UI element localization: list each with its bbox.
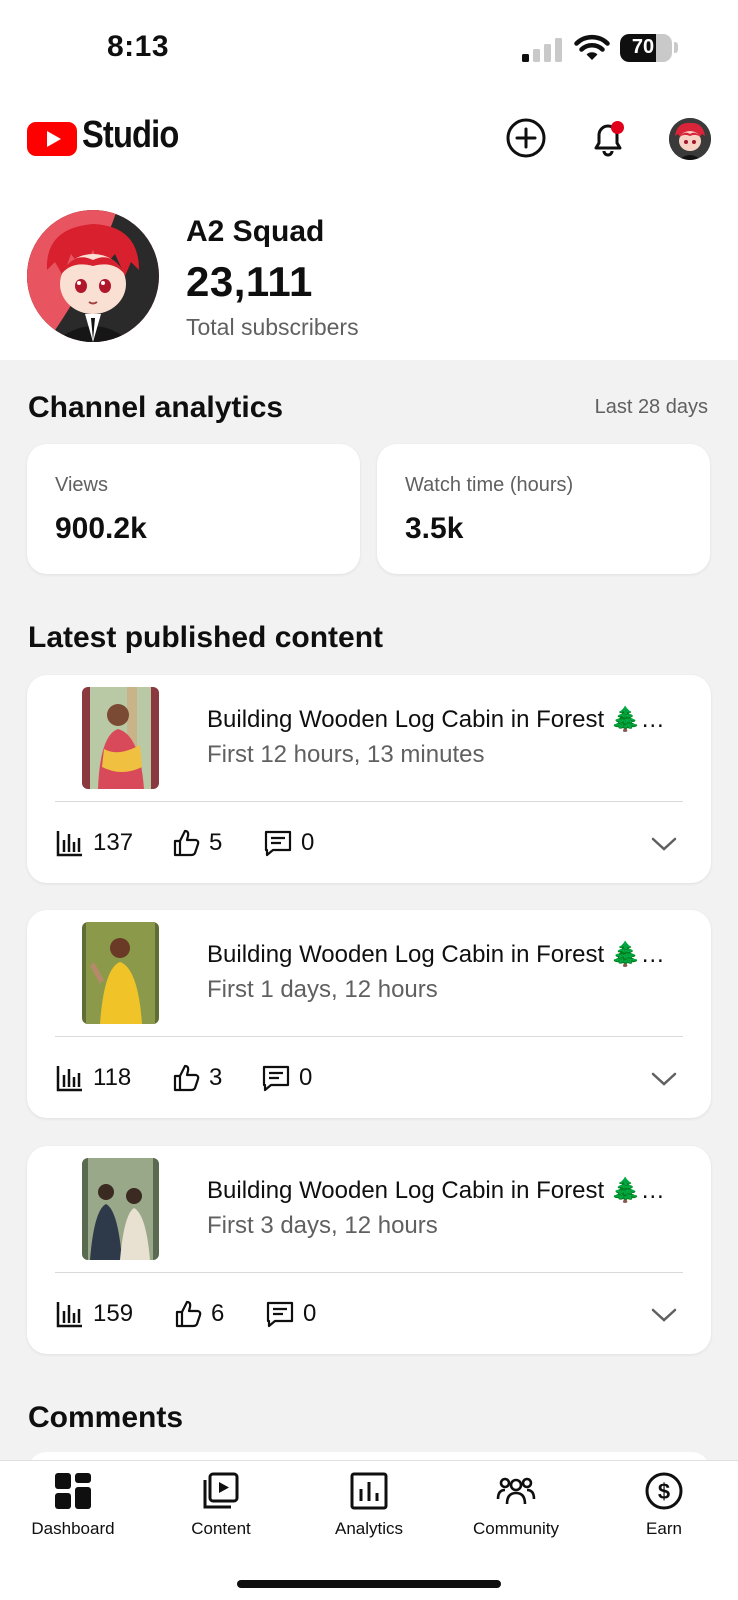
earn-icon: $: [645, 1472, 683, 1510]
studio-brand-text: Studio: [82, 114, 179, 156]
stat-label: Watch time (hours): [405, 474, 574, 496]
likes-metric: 5: [171, 827, 222, 859]
video-thumbnail-image: [82, 687, 159, 789]
thumbs-up-icon: [173, 829, 200, 857]
comments-heading: Comments: [28, 1401, 184, 1434]
nav-label: Earn: [646, 1519, 682, 1538]
views-metric: 137: [55, 827, 133, 859]
video-period: First 1 days, 12 hours: [207, 976, 438, 1003]
analytics-icon: [350, 1472, 388, 1510]
channel-avatar[interactable]: [27, 210, 159, 342]
subscriber-count: 23,111: [186, 258, 313, 305]
card-divider: [55, 1036, 683, 1037]
likes-count: 3: [209, 1064, 223, 1091]
status-time: 8:13: [107, 30, 170, 63]
channel-analytics-heading: Channel analytics: [28, 391, 284, 424]
channel-name: A2 Squad: [186, 215, 325, 248]
content-icon: [203, 1472, 239, 1509]
studio-app: 8:13 70 Studio A2 Squad 23,111 Total sub…: [0, 0, 738, 1600]
video-thumbnail[interactable]: [82, 1158, 159, 1260]
watch-time-stat-card[interactable]: Watch time (hours) 3.5k: [377, 444, 710, 574]
stat-label: Views: [55, 474, 108, 496]
cellular-signal-icon: [522, 38, 562, 62]
video-thumbnail-image: [82, 922, 159, 1024]
comment-icon: [266, 1301, 294, 1328]
analytics-period: Last 28 days: [594, 396, 708, 418]
video-thumbnail[interactable]: [82, 687, 159, 789]
nav-community[interactable]: Community: [446, 1471, 586, 1551]
account-avatar-image: [669, 118, 711, 160]
comment-icon: [264, 830, 292, 857]
channel-avatar-image: [27, 210, 159, 342]
chevron-down-icon[interactable]: [649, 829, 679, 859]
nav-label: Dashboard: [31, 1519, 115, 1538]
stat-value: 900.2k: [55, 512, 147, 545]
account-avatar[interactable]: [669, 118, 711, 160]
comments-count: 0: [303, 1300, 317, 1327]
likes-metric: 3: [171, 1062, 222, 1094]
comments-count: 0: [301, 829, 315, 856]
battery-indicator: 70: [620, 34, 672, 62]
svg-text:$: $: [658, 1479, 670, 1504]
video-title: Building Wooden Log Cabin in Forest 🌲…: [207, 1177, 665, 1204]
youtube-logo-icon: [27, 122, 77, 156]
content-card[interactable]: Building Wooden Log Cabin in Forest 🌲… F…: [27, 1146, 711, 1354]
notification-dot: [611, 121, 624, 134]
bottom-navigation: Dashboard Content Analytics Community $ …: [0, 1460, 738, 1600]
nav-analytics[interactable]: Analytics: [299, 1471, 439, 1551]
nav-label: Analytics: [334, 1519, 404, 1538]
stat-value: 3.5k: [405, 512, 464, 545]
comments-count: 0: [299, 1064, 313, 1091]
latest-content-heading: Latest published content: [28, 621, 384, 654]
views-stat-card[interactable]: Views 900.2k: [27, 444, 360, 574]
thumbs-up-icon: [173, 1064, 200, 1092]
wifi-icon: [574, 34, 610, 60]
dashboard-icon: [55, 1473, 91, 1509]
likes-count: 5: [209, 829, 223, 856]
video-period: First 3 days, 12 hours: [207, 1212, 438, 1239]
views-metric: 118: [55, 1062, 131, 1094]
nav-label: Community: [473, 1519, 559, 1538]
video-period: First 12 hours, 13 minutes: [207, 741, 485, 768]
nav-content[interactable]: Content: [151, 1471, 291, 1551]
battery-nub: [674, 42, 678, 53]
views-count: 137: [93, 829, 134, 856]
bar-chart-icon: [56, 1302, 82, 1328]
card-divider: [55, 1272, 683, 1273]
nav-earn[interactable]: $ Earn: [594, 1471, 734, 1551]
bar-chart-icon: [56, 1066, 82, 1092]
comment-icon: [262, 1065, 290, 1092]
comments-metric: 0: [261, 1062, 312, 1094]
likes-metric: 6: [173, 1298, 224, 1330]
home-indicator[interactable]: [237, 1580, 501, 1588]
content-card[interactable]: Building Wooden Log Cabin in Forest 🌲… F…: [27, 910, 711, 1118]
video-thumbnail-image: [82, 1158, 159, 1260]
comments-metric: 0: [265, 1298, 316, 1330]
views-metric: 159: [55, 1298, 133, 1330]
nav-label: Content: [191, 1519, 251, 1538]
card-divider: [55, 801, 683, 802]
community-icon: [496, 1477, 536, 1505]
likes-count: 6: [211, 1300, 225, 1327]
video-title: Building Wooden Log Cabin in Forest 🌲…: [207, 941, 665, 968]
views-count: 118: [93, 1064, 132, 1091]
nav-dashboard[interactable]: Dashboard: [3, 1471, 143, 1551]
chevron-down-icon[interactable]: [649, 1300, 679, 1330]
thumbs-up-icon: [175, 1300, 202, 1328]
create-icon[interactable]: [505, 117, 547, 159]
video-thumbnail[interactable]: [82, 922, 159, 1024]
bar-chart-icon: [56, 831, 82, 857]
battery-percent: 70: [631, 36, 655, 58]
subscriber-count-label: Total subscribers: [186, 314, 359, 340]
views-count: 159: [93, 1300, 134, 1327]
content-card[interactable]: Building Wooden Log Cabin in Forest 🌲… F…: [27, 675, 711, 883]
comments-metric: 0: [263, 827, 314, 859]
chevron-down-icon[interactable]: [649, 1064, 679, 1094]
video-title: Building Wooden Log Cabin in Forest 🌲…: [207, 706, 665, 733]
